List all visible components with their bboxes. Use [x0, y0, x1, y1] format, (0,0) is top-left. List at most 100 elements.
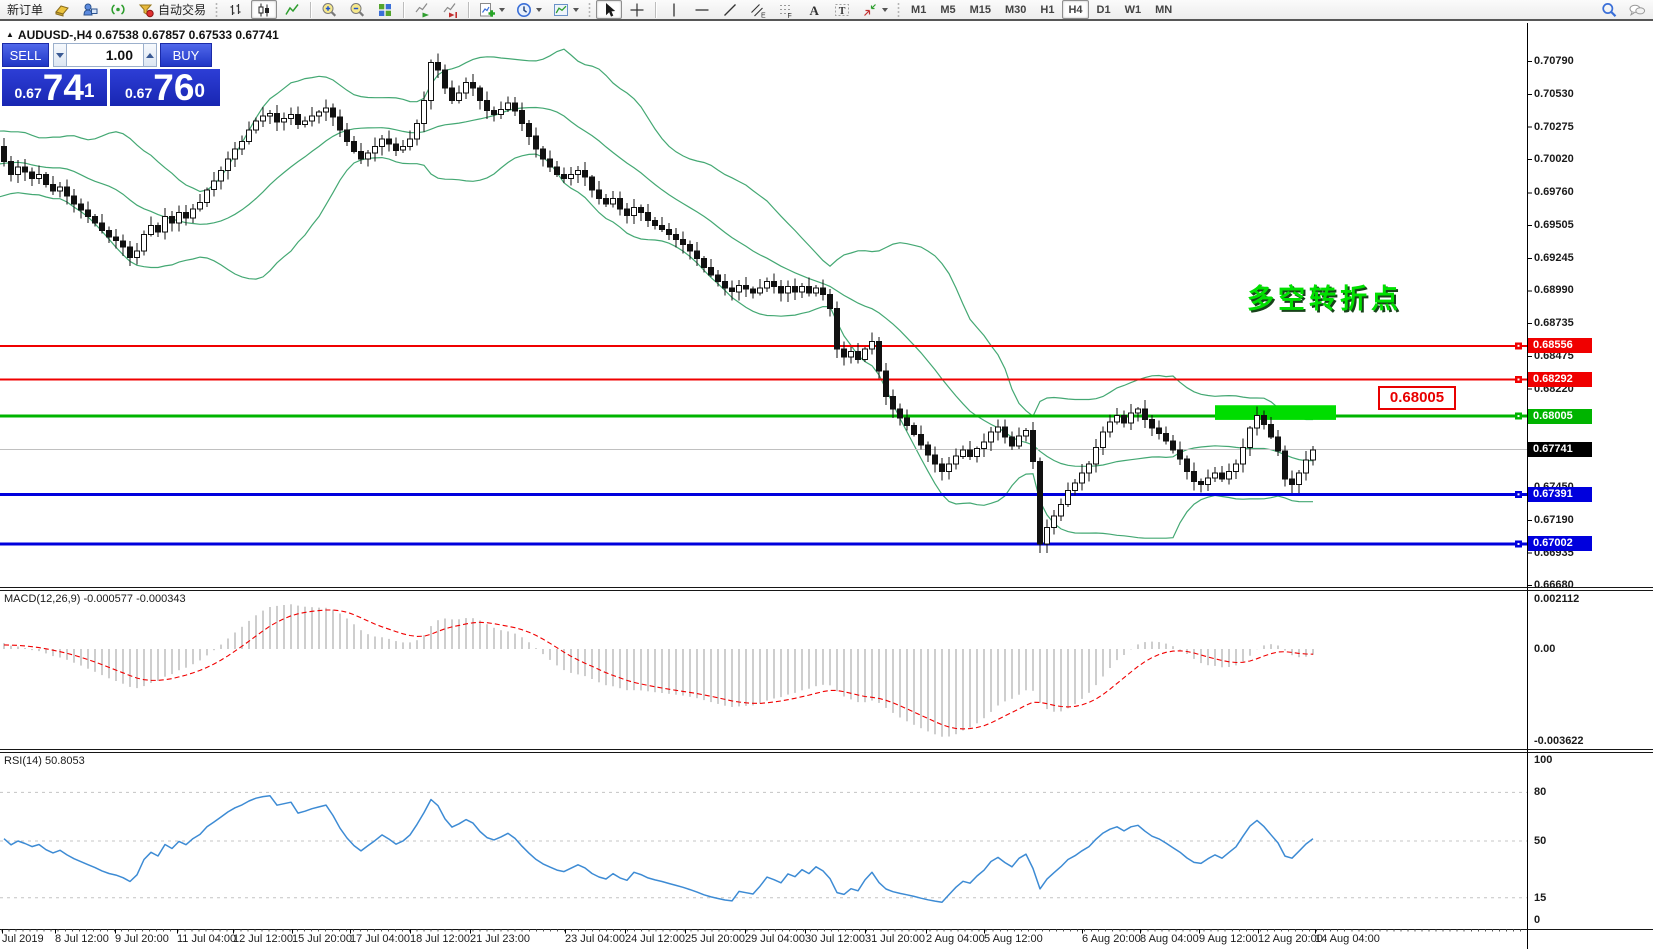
gold-bar-icon[interactable] [49, 0, 75, 19]
cursor-button[interactable] [596, 0, 622, 19]
text-button[interactable]: A [801, 0, 827, 19]
price-callout-label[interactable]: 0.68005 [1378, 386, 1456, 410]
main-chart-canvas[interactable] [0, 0, 1653, 949]
templates-button[interactable] [548, 0, 583, 19]
horizontal-line-icon [693, 1, 711, 19]
new-chart-button[interactable] [474, 0, 509, 19]
cursor-icon [600, 1, 618, 19]
svg-text:F: F [788, 13, 792, 19]
volume-down-button[interactable] [53, 43, 67, 67]
tf-m30-button[interactable]: M30 [999, 0, 1032, 19]
hosting-icon [81, 1, 99, 19]
toolbar-separator [310, 2, 311, 18]
horizontal-level-lines[interactable] [0, 342, 1527, 547]
signals-icon[interactable] [105, 0, 131, 19]
templates-icon [552, 1, 570, 19]
tf-w1-button[interactable]: W1 [1119, 0, 1148, 19]
chevron-down-icon [536, 8, 542, 12]
symbol-header: ▲ AUDUSD-,H4 0.67538 0.67857 0.67533 0.67… [6, 28, 279, 42]
volume-input[interactable]: 1.00 [67, 43, 143, 67]
zoom-in-button[interactable] [316, 0, 342, 19]
trendline-icon [721, 1, 739, 19]
search-icon [1600, 1, 1618, 19]
hosting-icon[interactable] [77, 0, 103, 19]
tf-h1-button-label: H1 [1040, 4, 1054, 16]
new-order-button[interactable]: 新订单 [3, 0, 47, 19]
crosshair-button[interactable] [624, 0, 650, 19]
tf-m1-button[interactable]: M1 [905, 0, 932, 19]
auto-scroll-button[interactable] [409, 0, 435, 19]
buy-price-big: 76 [153, 73, 194, 103]
mt4-window: { "toolbar": { "items": [ {"name":"new-o… [0, 0, 1653, 949]
vertical-line-button[interactable] [661, 0, 687, 19]
macd-pane [4, 604, 1313, 736]
periods-icon [515, 1, 533, 19]
trendline-button[interactable] [717, 0, 743, 19]
sell-price-big: 74 [43, 73, 84, 103]
sell-button[interactable]: SELL [2, 43, 49, 67]
tf-h4-button[interactable]: H4 [1062, 0, 1088, 19]
toolbar-grip [897, 2, 900, 18]
toolbar-separator [403, 2, 404, 18]
chart-shift-button[interactable] [437, 0, 463, 19]
collapse-icon[interactable]: ▲ [6, 30, 14, 39]
chart-annotation-text[interactable]: 多空转折点 [1247, 277, 1402, 316]
tf-d1-button[interactable]: D1 [1091, 0, 1117, 19]
rsi-pane [0, 792, 1527, 902]
chevron-down-icon [56, 53, 64, 58]
buy-button[interactable]: BUY [160, 43, 212, 67]
horizontal-line-button[interactable] [689, 0, 715, 19]
sell-price-box[interactable]: 0.67 74 1 [2, 69, 107, 106]
tf-m30-button-label: M30 [1005, 4, 1026, 16]
toolbar-grip [588, 2, 591, 18]
toolbar-grip [215, 2, 218, 18]
new-order-button-label: 新订单 [7, 1, 43, 18]
equidistant-channel-button[interactable]: E [745, 0, 771, 19]
sell-price-sup: 1 [84, 69, 95, 115]
candlestick-chart-button[interactable] [251, 0, 277, 19]
fibonacci-icon: F [777, 1, 795, 19]
signals-icon [109, 1, 127, 19]
tile-windows-button[interactable] [372, 0, 398, 19]
tf-m1-button-label: M1 [911, 4, 926, 16]
new-chart-icon [478, 1, 496, 19]
autotrading-icon [137, 1, 155, 19]
tf-w1-button-label: W1 [1125, 4, 1142, 16]
tf-m5-button[interactable]: M5 [934, 0, 961, 19]
chat-button[interactable] [1624, 0, 1650, 19]
search-button[interactable] [1596, 0, 1622, 19]
fibonacci-button[interactable]: F [773, 0, 799, 19]
chat-icon [1628, 1, 1646, 19]
tf-mn-button[interactable]: MN [1149, 0, 1178, 19]
tf-h4-button-label: H4 [1068, 4, 1082, 16]
tf-mn-button-label: MN [1155, 4, 1172, 16]
text-label-button[interactable]: T [829, 0, 855, 19]
chevron-up-icon [146, 53, 154, 58]
periods-button[interactable] [511, 0, 546, 19]
volume-up-button[interactable] [143, 43, 157, 67]
symbol-ohlc-readout: AUDUSD-,H4 0.67538 0.67857 0.67533 0.677… [18, 28, 279, 42]
tf-m5-button-label: M5 [940, 4, 955, 16]
bar-chart-icon [227, 1, 245, 19]
macd-indicator-label: MACD(12,26,9) -0.000577 -0.000343 [4, 593, 186, 605]
tf-m15-button-label: M15 [970, 4, 991, 16]
tf-h1-button[interactable]: H1 [1034, 0, 1060, 19]
highlight-rectangle[interactable] [1215, 405, 1336, 420]
pane-borders [0, 23, 1653, 949]
toolbar-separator [468, 2, 469, 18]
zoom-out-button[interactable] [344, 0, 370, 19]
vertical-line-icon [665, 1, 683, 19]
candlestick-chart-icon [255, 1, 273, 19]
bar-chart-button[interactable] [223, 0, 249, 19]
buy-price-box[interactable]: 0.67 76 0 [110, 69, 220, 106]
tf-m15-button[interactable]: M15 [964, 0, 997, 19]
svg-text:T: T [839, 6, 846, 17]
line-chart-button[interactable] [279, 0, 305, 19]
zoom-out-icon [348, 1, 366, 19]
chevron-down-icon [573, 8, 579, 12]
autotrading-button[interactable]: 自动交易 [133, 0, 210, 19]
buy-price-base: 0.67 [125, 83, 152, 103]
arrows-button[interactable] [857, 0, 892, 19]
rsi-indicator-label: RSI(14) 50.8053 [4, 755, 85, 767]
chevron-down-icon [882, 8, 888, 12]
